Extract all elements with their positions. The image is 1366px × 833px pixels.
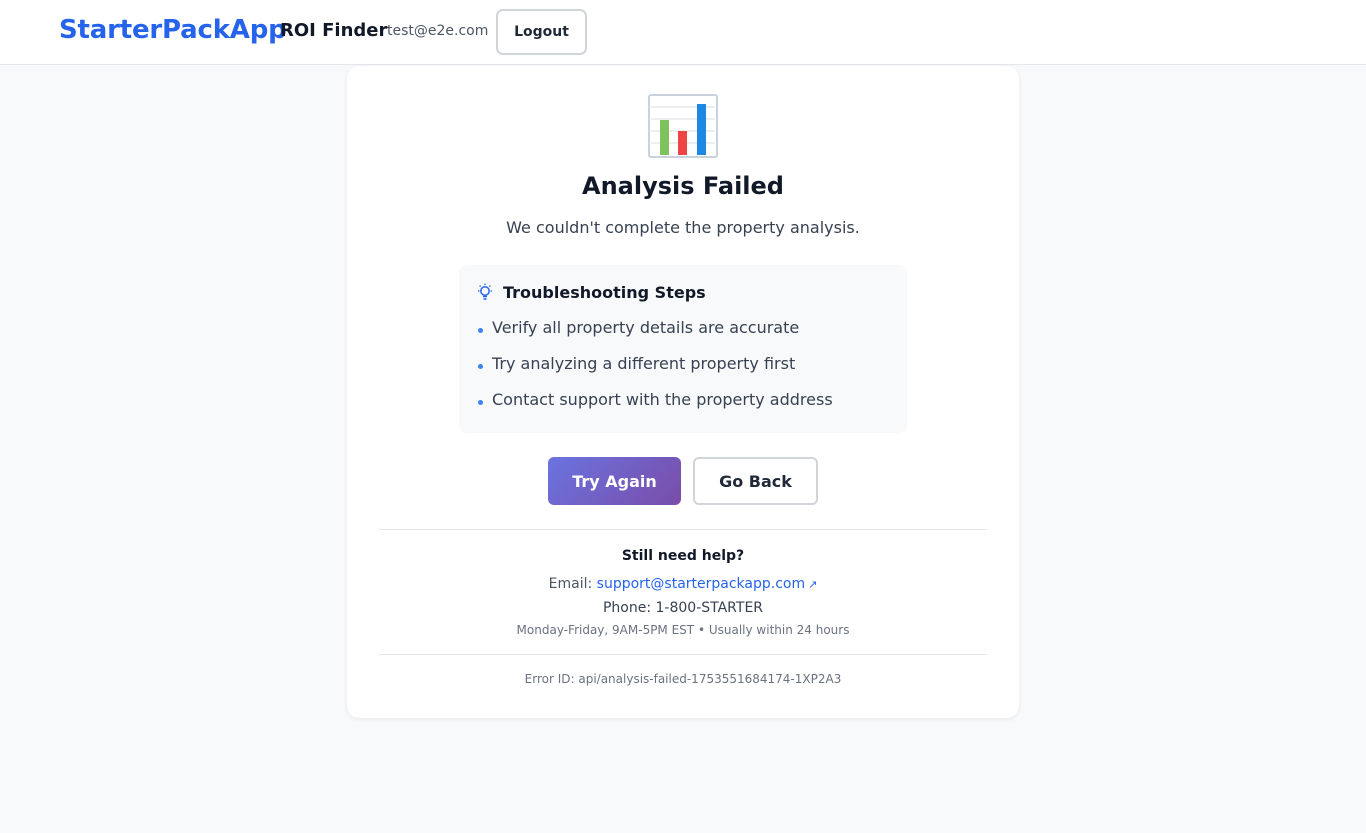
list-item: Contact support with the property addres… <box>476 391 833 427</box>
lightbulb-icon <box>478 283 492 300</box>
help-phone: Phone: 1-800-STARTER <box>602 600 764 616</box>
step-text: Contact support with the property addres… <box>492 390 833 409</box>
bullet-icon <box>478 400 483 405</box>
product-name: ROI Finder <box>280 20 388 41</box>
logout-button[interactable]: Logout <box>496 9 587 55</box>
error-subtitle: We couldn't complete the property analys… <box>506 218 860 237</box>
try-again-button[interactable]: Try Again <box>548 457 681 505</box>
top-navbar: StarterPackApp ROI Finder test@e2e.com L… <box>0 0 1366 65</box>
help-hours: Monday-Friday, 9AM-5PM EST • Usually wit… <box>516 623 850 637</box>
error-id: Error ID: api/analysis-failed-1753551684… <box>524 672 842 686</box>
troubleshooting-list: Verify all property details are accurate… <box>476 319 833 427</box>
step-text: Try analyzing a different property first <box>492 354 796 373</box>
error-title: Analysis Failed <box>582 172 784 200</box>
troubleshooting-title: Troubleshooting Steps <box>503 283 706 302</box>
help-email-line: Email: support@starterpackapp.com ↗ <box>347 576 1019 592</box>
list-item: Try analyzing a different property first <box>476 355 833 391</box>
support-email-link[interactable]: support@starterpackapp.com ↗ <box>597 576 818 592</box>
external-link-icon[interactable]: ↗ <box>808 578 817 591</box>
user-email: test@e2e.com <box>387 23 489 39</box>
help-title: Still need help? <box>621 548 745 564</box>
divider <box>379 654 987 655</box>
support-email-text[interactable]: support@starterpackapp.com <box>597 576 805 592</box>
step-text: Verify all property details are accurate <box>492 318 800 337</box>
bullet-icon <box>478 364 483 369</box>
error-card: Analysis Failed We couldn't complete the… <box>347 66 1019 718</box>
list-item: Verify all property details are accurate <box>476 319 833 355</box>
divider <box>379 529 987 530</box>
bar-chart-icon <box>648 94 718 158</box>
email-label: Email: <box>548 576 593 592</box>
go-back-button[interactable]: Go Back <box>693 457 818 505</box>
troubleshooting-panel: Troubleshooting Steps Verify all propert… <box>459 265 907 433</box>
brand-logo[interactable]: StarterPackApp <box>59 15 287 45</box>
bullet-icon <box>478 328 483 333</box>
